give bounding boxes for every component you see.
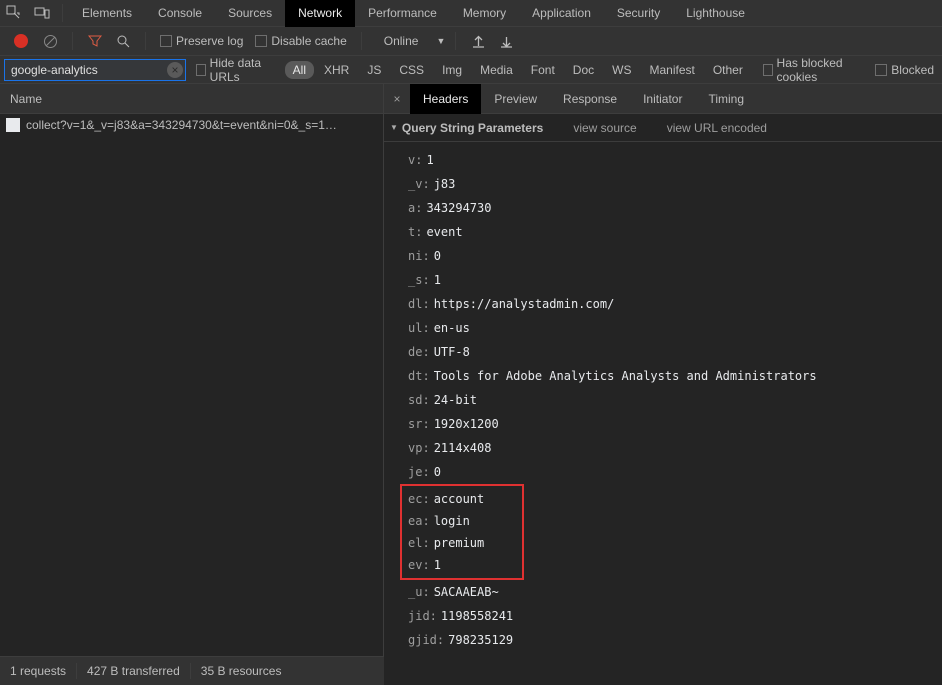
details-tab-initiator[interactable]: Initiator <box>630 84 695 114</box>
details-tab-headers[interactable]: Headers <box>410 84 481 114</box>
param-row-_v: _v:j83 <box>408 172 942 196</box>
status-resources: 35 B resources <box>201 664 282 678</box>
details-tab-preview[interactable]: Preview <box>481 84 550 114</box>
query-parameters: v:1_v:j83a:343294730t:eventni:0_s:1dl:ht… <box>384 142 942 656</box>
disable-cache-checkbox[interactable]: Disable cache <box>255 34 346 48</box>
upload-icon[interactable] <box>466 29 490 53</box>
divider <box>361 32 362 50</box>
tab-security[interactable]: Security <box>604 0 673 27</box>
type-filter-js[interactable]: JS <box>359 61 389 79</box>
divider <box>72 32 73 50</box>
param-row-je: je:0 <box>408 460 942 484</box>
tab-sources[interactable]: Sources <box>215 0 285 27</box>
record-button[interactable] <box>8 34 34 48</box>
param-row-ul: ul:en-us <box>408 316 942 340</box>
param-row-el: el:premium <box>408 532 516 554</box>
tab-application[interactable]: Application <box>519 0 604 27</box>
param-row-vp: vp:2114x408 <box>408 436 942 460</box>
param-row-sr: sr:1920x1200 <box>408 412 942 436</box>
request-row[interactable]: collect?v=1&_v=j83&a=343294730&t=event&n… <box>0 114 383 136</box>
section-header[interactable]: ▼ Query String Parameters view source vi… <box>384 114 942 142</box>
throttling-select[interactable]: Online ▼ <box>384 34 446 48</box>
document-icon <box>6 118 20 132</box>
request-list-panel: Name collect?v=1&_v=j83&a=343294730&t=ev… <box>0 84 384 656</box>
blocked-requests-label: Blocked <box>891 63 934 77</box>
tab-elements[interactable]: Elements <box>69 0 145 27</box>
clear-filter-icon[interactable]: × <box>167 62 183 78</box>
divider <box>62 4 63 22</box>
details-tab-timing[interactable]: Timing <box>695 84 757 114</box>
preserve-log-checkbox[interactable]: Preserve log <box>160 34 243 48</box>
type-filter-manifest[interactable]: Manifest <box>641 61 702 79</box>
type-filter-doc[interactable]: Doc <box>565 61 602 79</box>
filter-bar: × Hide data URLs AllXHRJSCSSImgMediaFont… <box>0 56 942 84</box>
param-row-jid: jid:1198558241 <box>408 604 942 628</box>
has-blocked-cookies-label: Has blocked cookies <box>777 56 862 84</box>
request-details-panel: × HeadersPreviewResponseInitiatorTiming … <box>384 84 942 656</box>
param-row-dt: dt:Tools for Adobe Analytics Analysts an… <box>408 364 942 388</box>
hide-data-urls-checkbox[interactable]: Hide data URLs <box>196 56 275 84</box>
param-row-_s: _s:1 <box>408 268 942 292</box>
tab-performance[interactable]: Performance <box>355 0 450 27</box>
param-row-v: v:1 <box>408 148 942 172</box>
status-requests: 1 requests <box>10 664 66 678</box>
details-tabs: × HeadersPreviewResponseInitiatorTiming <box>384 84 942 114</box>
clear-icon[interactable] <box>38 29 62 53</box>
highlighted-params: ec:accountea:loginel:premiumev:1 <box>400 484 524 580</box>
tab-console[interactable]: Console <box>145 0 215 27</box>
divider <box>145 32 146 50</box>
status-transferred: 427 B transferred <box>87 664 180 678</box>
param-row-a: a:343294730 <box>408 196 942 220</box>
type-filter-font[interactable]: Font <box>523 61 563 79</box>
type-filter-all[interactable]: All <box>285 61 314 79</box>
throttling-label: Online <box>384 34 419 48</box>
type-filter-ws[interactable]: WS <box>604 61 639 79</box>
inspect-element-icon[interactable] <box>0 0 28 27</box>
param-row-sd: sd:24-bit <box>408 388 942 412</box>
blocked-requests-checkbox[interactable]: Blocked <box>875 63 934 77</box>
type-filter-xhr[interactable]: XHR <box>316 61 357 79</box>
request-name: collect?v=1&_v=j83&a=343294730&t=event&n… <box>26 118 337 132</box>
param-row-ec: ec:account <box>408 488 516 510</box>
search-icon[interactable] <box>111 29 135 53</box>
tab-memory[interactable]: Memory <box>450 0 519 27</box>
view-url-encoded-link[interactable]: view URL encoded <box>667 114 767 142</box>
param-row-de: de:UTF-8 <box>408 340 942 364</box>
param-row-t: t:event <box>408 220 942 244</box>
network-toolbar: Preserve log Disable cache Online ▼ <box>0 27 942 56</box>
type-filter-media[interactable]: Media <box>472 61 521 79</box>
divider <box>455 32 456 50</box>
details-tab-response[interactable]: Response <box>550 84 630 114</box>
close-details-icon[interactable]: × <box>384 92 410 106</box>
view-source-link[interactable]: view source <box>573 114 636 142</box>
param-row-ev: ev:1 <box>408 554 516 576</box>
tab-network[interactable]: Network <box>285 0 355 27</box>
param-row-_u: _u:SACAAEAB~ <box>408 580 942 604</box>
filter-input[interactable] <box>4 59 186 81</box>
download-icon[interactable] <box>494 29 518 53</box>
param-row-cid: cid:1361415876.1591751752 <box>408 652 942 656</box>
devtools-tabbar: ElementsConsoleSourcesNetworkPerformance… <box>0 0 942 27</box>
type-filter-other[interactable]: Other <box>705 61 751 79</box>
section-title: Query String Parameters <box>402 114 543 142</box>
type-filter-img[interactable]: Img <box>434 61 470 79</box>
preserve-log-label: Preserve log <box>176 34 243 48</box>
hide-data-urls-label: Hide data URLs <box>210 56 275 84</box>
status-bar: 1 requests 427 B transferred 35 B resour… <box>0 656 384 685</box>
expand-caret-icon: ▼ <box>390 114 398 142</box>
param-row-ni: ni:0 <box>408 244 942 268</box>
has-blocked-cookies-checkbox[interactable]: Has blocked cookies <box>763 56 861 84</box>
type-filter-css[interactable]: CSS <box>391 61 432 79</box>
name-column-header[interactable]: Name <box>0 84 383 114</box>
disable-cache-label: Disable cache <box>271 34 346 48</box>
param-row-dl: dl:https://analystadmin.com/ <box>408 292 942 316</box>
tab-lighthouse[interactable]: Lighthouse <box>673 0 758 27</box>
param-row-ea: ea:login <box>408 510 516 532</box>
device-toolbar-icon[interactable] <box>28 0 56 27</box>
param-row-gjid: gjid:798235129 <box>408 628 942 652</box>
filter-icon[interactable] <box>83 29 107 53</box>
